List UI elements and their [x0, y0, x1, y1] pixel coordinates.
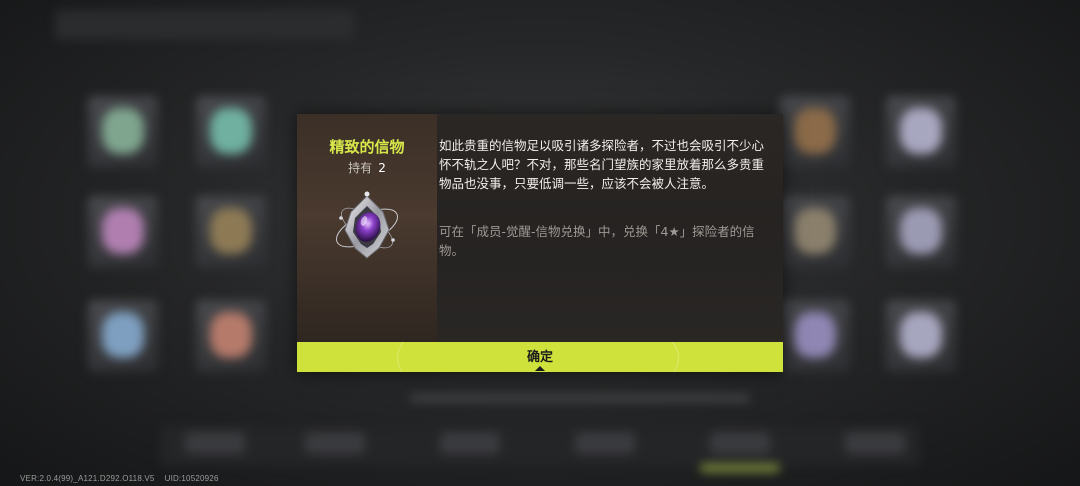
item-detail-dialog: 精致的信物 持有 2 如此贵重的信物足以吸引诸多探险者，不过也会吸引不少心怀不轨… — [297, 114, 783, 372]
background-item-tile — [196, 96, 266, 168]
confirm-button[interactable]: 确定 — [297, 342, 783, 372]
version-string: VER:2.0.4(99)_A121.D292.O118.V5 — [20, 474, 155, 483]
background-bottom-tab — [845, 432, 905, 454]
game-screen: 精致的信物 持有 2 如此贵重的信物足以吸引诸多探险者，不过也会吸引不少心怀不轨… — [0, 0, 1080, 486]
pointer-arrow-icon — [535, 366, 545, 371]
owned-label: 持有 — [348, 161, 373, 175]
background-item-tile — [196, 300, 266, 372]
crystal-token-icon — [336, 191, 398, 259]
item-exchange-hint: 可在「成员-觉醒-信物兑换」中，兑换「4★」探险者的信物。 — [439, 224, 755, 258]
background-tab-bar — [55, 10, 355, 40]
background-progress-bar — [700, 464, 780, 472]
background-item-tile — [886, 300, 956, 372]
owned-count: 2 — [378, 161, 386, 175]
background-item-tile — [780, 300, 850, 372]
background-scrollbar — [410, 395, 750, 401]
background-item-tile — [886, 196, 956, 268]
item-description: 如此贵重的信物足以吸引诸多探险者，不过也会吸引不少心怀不轨之人吧？不对，那些名门… — [439, 138, 765, 191]
background-item-tile — [88, 196, 158, 268]
background-bottom-tab — [440, 432, 500, 454]
background-item-tile — [88, 300, 158, 372]
confirm-button-label: 确定 — [526, 349, 553, 364]
background-item-tile — [780, 196, 850, 268]
background-bottom-tab — [710, 432, 770, 454]
background-bottom-bar — [160, 425, 920, 465]
background-item-tile — [196, 196, 266, 268]
background-bottom-tab — [575, 432, 635, 454]
uid-string: UID:10520926 — [164, 474, 219, 483]
item-name: 精致的信物 — [329, 138, 405, 156]
background-item-tile — [780, 96, 850, 168]
version-info: VER:2.0.4(99)_A121.D292.O118.V5 UID:10520… — [20, 474, 219, 483]
background-bottom-tab — [305, 432, 365, 454]
background-bottom-tab — [185, 432, 245, 454]
background-item-tile — [886, 96, 956, 168]
item-info-panel: 精致的信物 持有 2 — [297, 114, 437, 342]
background-item-tile — [88, 96, 158, 168]
item-owned: 持有 2 — [297, 159, 437, 176]
